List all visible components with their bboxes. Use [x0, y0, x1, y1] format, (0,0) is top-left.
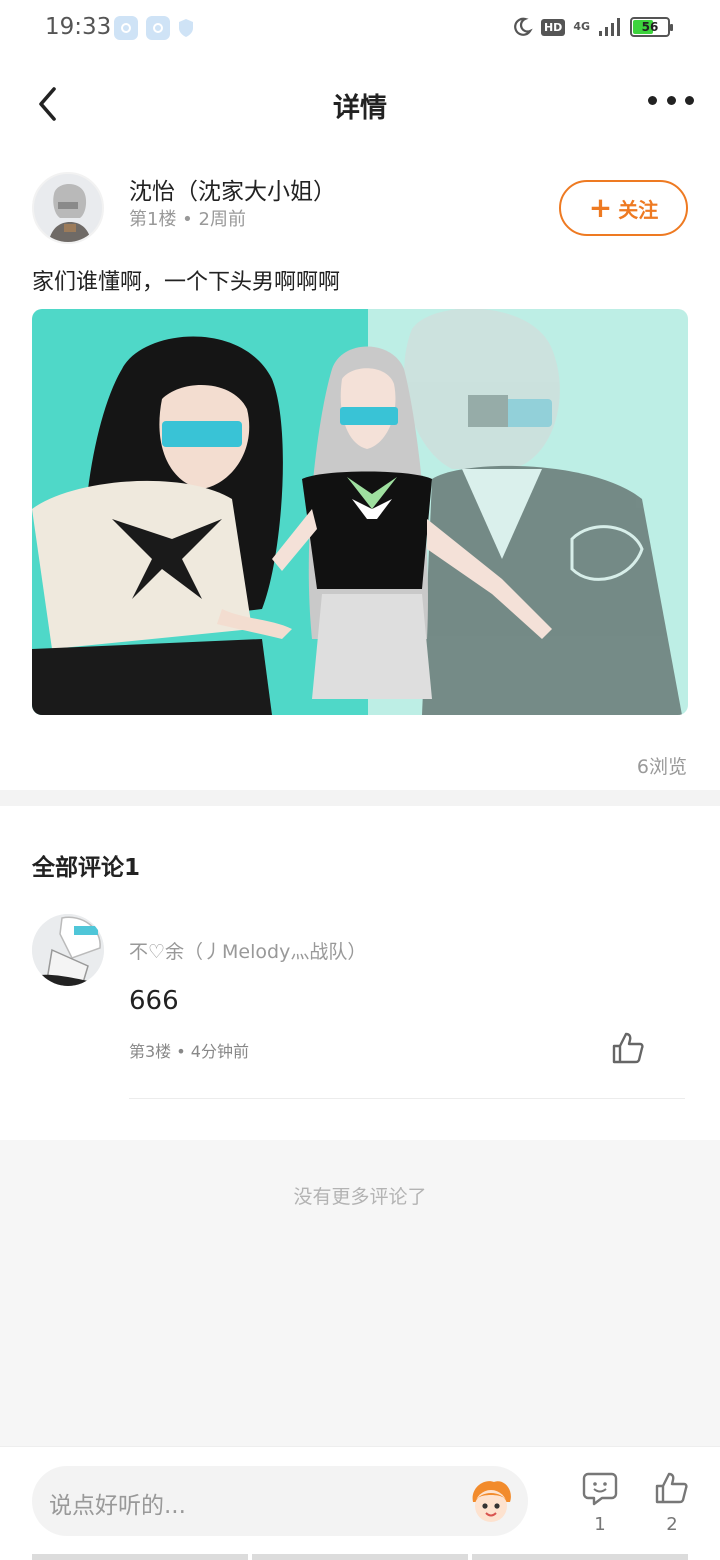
follow-button[interactable]: + 关注	[559, 180, 688, 236]
comment-meta: 第3楼 • 4分钟前	[129, 1042, 249, 1061]
battery-icon: 56	[630, 17, 673, 37]
signal-icon	[599, 18, 620, 36]
hd-badge: HD	[540, 18, 566, 36]
status-bar: 19:33 HD 4G 56	[0, 0, 720, 60]
gesture-bar	[32, 1554, 688, 1560]
follow-label: 关注	[618, 197, 659, 222]
comment-bubble-icon	[582, 1472, 618, 1506]
battery-level: 56	[641, 20, 659, 34]
status-app-icons	[114, 16, 194, 40]
app-notification-icon	[146, 16, 170, 40]
comment-input-placeholder: 说点好听的...	[49, 1493, 186, 1519]
comment-action[interactable]: 1	[580, 1470, 620, 1535]
like-action[interactable]: 2	[652, 1470, 692, 1535]
comment-username[interactable]: 不♡余（丿Melody灬战队）	[129, 937, 366, 964]
view-count: 6浏览	[636, 756, 687, 778]
app-notification-icon	[114, 16, 138, 40]
shield-icon	[179, 19, 193, 37]
author-avatar[interactable]	[32, 172, 104, 244]
thumbs-up-icon	[655, 1472, 688, 1504]
post-text: 家们谁懂啊，一个下头男啊啊啊	[32, 270, 341, 295]
moon-icon	[514, 17, 533, 36]
comments-title: 全部评论1	[32, 855, 141, 881]
plus-icon: +	[588, 191, 613, 224]
author-name[interactable]: 沈怡（沈家大小姐）	[129, 172, 336, 206]
comment-count: 1	[594, 1514, 606, 1535]
header: 详情	[0, 68, 720, 138]
more-options-button[interactable]	[648, 88, 694, 112]
no-more-comments: 没有更多评论了	[293, 1186, 427, 1208]
status-time: 19:33	[45, 14, 112, 40]
status-indicators: HD 4G 56	[511, 16, 673, 38]
page-title: 详情	[333, 93, 387, 124]
comment-input[interactable]: 说点好听的...	[32, 1466, 528, 1536]
like-count: 2	[666, 1514, 678, 1535]
emoji-icon[interactable]	[466, 1476, 516, 1526]
comment-divider	[129, 1098, 685, 1099]
network-type: 4G	[573, 20, 590, 33]
thumbs-up-icon[interactable]	[610, 1030, 646, 1066]
post-meta: 第1楼 • 2周前	[129, 209, 246, 230]
commenter-avatar[interactable]	[32, 914, 104, 986]
comment-body: 666	[129, 986, 179, 1016]
section-divider	[0, 790, 720, 806]
post-image[interactable]	[32, 309, 688, 715]
